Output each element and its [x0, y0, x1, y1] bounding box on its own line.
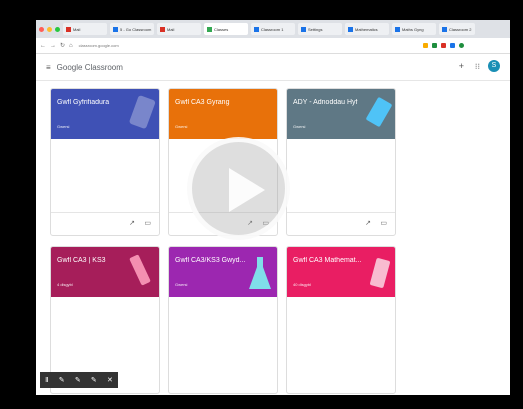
browser-tab[interactable]: Mail [157, 23, 201, 35]
class-card[interactable]: Gwfl Gyfrifiadura Gwersi ↗ ▭ [50, 88, 160, 236]
maximize-window-icon[interactable] [55, 26, 60, 32]
class-subtitle: Gwersi [293, 124, 306, 129]
browser-tab[interactable]: 5 - Go Classroom [110, 23, 154, 35]
google-classroom-logo[interactable]: Google Classroom [57, 63, 123, 72]
class-card-header[interactable]: Gwfl CA3/KS3 Gwyd... Gwersi [169, 247, 277, 297]
add-class-button[interactable]: + [459, 61, 464, 71]
browser-tab[interactable]: Mathematics [345, 23, 389, 35]
tab-label: Mail [167, 26, 175, 32]
tab-label: Classroom 1 [261, 26, 284, 32]
tab-label: Settings [308, 26, 323, 32]
class-card[interactable]: Gwfl CA3 Mathemat... 40 disgybl [286, 246, 396, 394]
class-subtitle: Gwersi [57, 124, 70, 129]
extension-icon[interactable] [449, 43, 455, 48]
doc-icon [442, 26, 447, 32]
class-card-header[interactable]: Gwfl CA3 Mathemat... 40 disgybl [287, 247, 395, 297]
menu-icon[interactable]: ≡ [46, 63, 51, 72]
browser-tab[interactable]: Classroom 1 [251, 23, 295, 35]
class-subtitle: 4 disgybl [57, 282, 73, 287]
browser-tab[interactable]: Maths Gyng [392, 23, 436, 35]
home-icon[interactable]: ⌂ [69, 43, 73, 49]
trending-icon[interactable]: ↗ [129, 219, 135, 227]
minimize-window-icon[interactable] [47, 26, 52, 32]
classroom-icon [207, 26, 212, 32]
doc-icon [348, 26, 353, 32]
class-card[interactable]: Gwfl CA3/KS3 Gwyd... Gwersi [168, 246, 278, 394]
gmail-icon [66, 26, 71, 32]
class-illustration-icon [366, 97, 392, 127]
class-card-header[interactable]: ADY - Adnoddau Hyf Gwersi [287, 89, 395, 139]
class-card-header[interactable]: Gwfl CA3 Gyrang Gwersi [169, 89, 277, 139]
play-icon [229, 168, 265, 212]
highlighter-icon[interactable]: ✎ [91, 376, 97, 384]
doc-icon [301, 26, 306, 32]
address-bar: ← → ↻ ⌂ classroom.google.com [36, 38, 510, 54]
extension-icon[interactable] [431, 43, 437, 48]
doc-icon [395, 26, 400, 32]
browser-tab[interactable]: Settings [298, 23, 342, 35]
play-button[interactable] [187, 137, 290, 240]
extension-icon[interactable] [422, 43, 428, 48]
tab-label: Maths Gyng [402, 26, 424, 32]
pen-icon[interactable]: ✎ [59, 376, 65, 384]
class-illustration-icon [370, 258, 390, 288]
profile-icon[interactable] [458, 43, 464, 48]
close-icon[interactable]: ✕ [107, 376, 113, 384]
folder-icon[interactable]: ▭ [144, 219, 151, 227]
class-card[interactable]: ADY - Adnoddau Hyf Gwersi ↗ ▭ [286, 88, 396, 236]
tab-label: Mail [73, 26, 81, 32]
browser-tab[interactable]: Classroom 2 [439, 23, 475, 35]
tab-label: Classroom 2 [449, 26, 472, 32]
browser-tab-strip: Mail 5 - Go Classroom Mail Classes Class… [36, 20, 510, 38]
class-subtitle: Gwersi [175, 282, 188, 287]
classroom-header: ≡ Google Classroom + ⁝⁝ S [36, 54, 510, 81]
trending-icon[interactable]: ↗ [365, 219, 371, 227]
class-card-header[interactable]: Gwfl CA3 | KS3 4 disgybl [51, 247, 159, 297]
avatar[interactable]: S [488, 60, 500, 72]
back-icon[interactable]: ← [40, 43, 46, 49]
classroom-icon [113, 26, 118, 32]
browser-tab-active[interactable]: Classes [204, 23, 248, 35]
tab-label: Mathematics [355, 26, 378, 32]
extension-icon[interactable] [440, 43, 446, 48]
folder-icon[interactable]: ▭ [380, 219, 387, 227]
class-title[interactable]: Gwfl CA3 Gyrang [175, 99, 271, 106]
class-card-header[interactable]: Gwfl Gyfrifiadura Gwersi [51, 89, 159, 139]
browser-tab[interactable]: Mail [63, 23, 107, 35]
close-window-icon[interactable] [39, 26, 44, 32]
pen-icon[interactable]: ✎ [75, 376, 81, 384]
url-field[interactable]: classroom.google.com [79, 43, 419, 48]
forward-icon[interactable]: → [50, 43, 56, 49]
flask-icon [249, 257, 271, 289]
pause-icon[interactable]: Ⅱ [45, 376, 48, 384]
annotation-toolbar: Ⅱ ✎ ✎ ✎ ✕ [40, 372, 118, 388]
gmail-icon [160, 26, 165, 32]
class-illustration-icon [129, 95, 156, 129]
class-subtitle: Gwersi [175, 124, 188, 129]
tab-label: 5 - Go Classroom [120, 26, 152, 32]
class-card-footer: ↗ ▭ [51, 212, 159, 235]
tab-label: Classes [214, 26, 229, 32]
apps-icon[interactable]: ⁝⁝ [475, 62, 480, 71]
doc-icon [254, 26, 259, 32]
reload-icon[interactable]: ↻ [60, 42, 65, 49]
class-subtitle: 40 disgybl [293, 282, 312, 287]
class-card-footer: ↗ ▭ [287, 212, 395, 235]
class-illustration-icon [129, 254, 151, 286]
